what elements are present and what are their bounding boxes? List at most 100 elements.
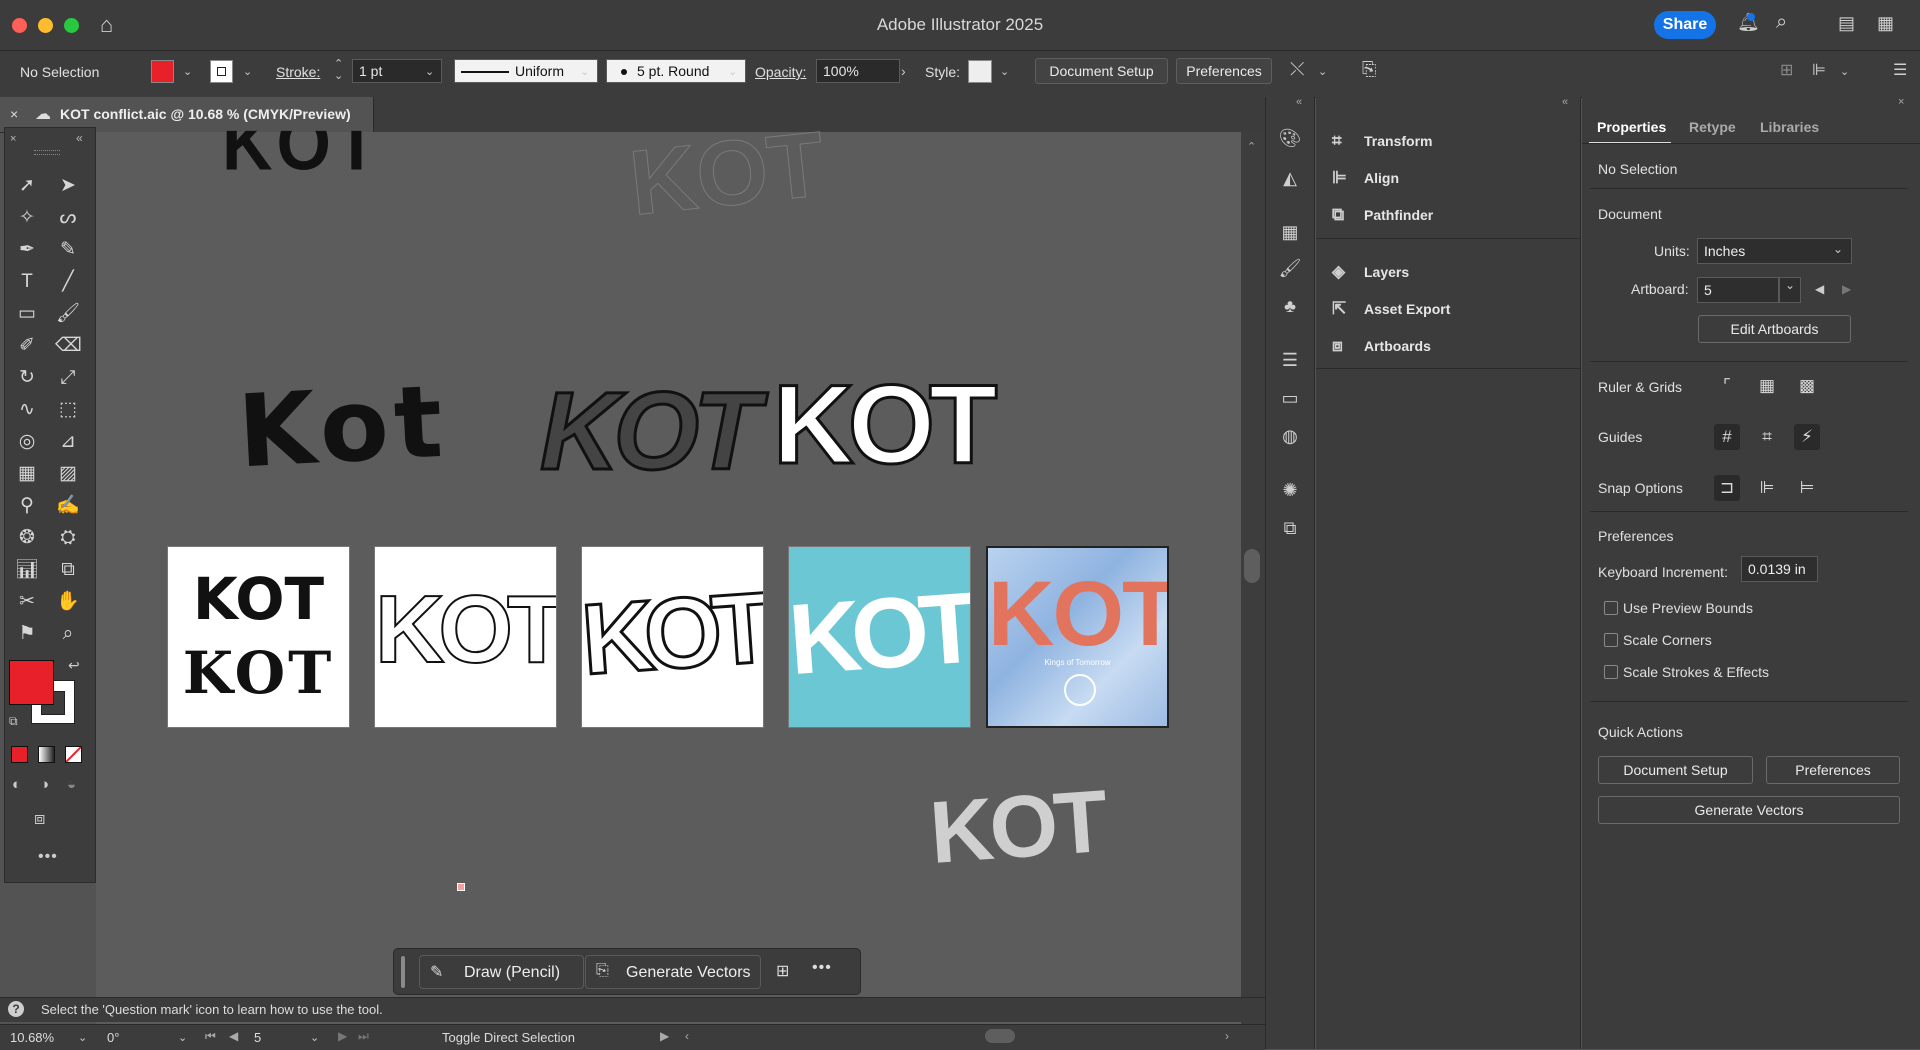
appearance-icon[interactable]: ✺ <box>1277 480 1303 504</box>
scale-corners-checkbox[interactable] <box>1604 633 1618 647</box>
artboard-tool-icon[interactable]: ⧉ <box>55 557 81 583</box>
stroke-weight-chevron-icon[interactable]: ⌄ <box>425 65 434 78</box>
document-setup-button[interactable]: Document Setup <box>1035 58 1168 84</box>
selection-tool-icon[interactable]: ➚ <box>14 173 40 199</box>
add-image-icon[interactable]: ⊞ <box>776 961 789 981</box>
panels-collapse-icon[interactable]: « <box>1562 96 1568 108</box>
share-button[interactable]: Share <box>1654 11 1716 39</box>
scroll-up-icon[interactable]: ⌃ <box>1247 140 1256 153</box>
grid-icon[interactable]: ▦ <box>1754 373 1780 399</box>
stroke-panel-icon[interactable]: ☰ <box>1277 350 1303 374</box>
brush-definition[interactable]: 5 pt. Round <box>606 59 746 83</box>
direct-selection-tool-icon[interactable]: ➤ <box>55 173 81 199</box>
tab-libraries[interactable]: Libraries <box>1760 119 1819 135</box>
transform-panel-button[interactable]: ⌗ Transform <box>1332 131 1432 161</box>
brush-chevron-icon[interactable]: ⌄ <box>728 65 737 78</box>
type-tool-icon[interactable]: T <box>14 269 40 295</box>
question-mark-icon[interactable]: ? <box>8 1001 24 1017</box>
kot-distressed-outline[interactable]: KOT <box>538 368 761 495</box>
artboards-panel-button[interactable]: ⧈ Artboards <box>1332 336 1431 366</box>
snap-to-pixel-icon[interactable]: ⊫ <box>1754 475 1780 501</box>
zoom-chevron-icon[interactable]: ⌄ <box>78 1031 87 1044</box>
artboard-3[interactable]: KOT <box>581 546 764 728</box>
fill-dropdown-chevron-icon[interactable]: ⌄ <box>183 65 192 78</box>
scale-tool-icon[interactable]: ⤢ <box>55 365 81 391</box>
artboard-5[interactable]: KOT Kings of Tomorrow <box>986 546 1169 728</box>
vertical-scroll-thumb[interactable] <box>1244 549 1260 583</box>
workspace-switcher-icon[interactable]: ▤ <box>1838 13 1855 34</box>
zoom-level[interactable]: 10.68% <box>10 1030 54 1045</box>
swap-colors-icon[interactable]: ↩ <box>68 657 80 674</box>
artboard-number[interactable]: 5 <box>254 1030 261 1045</box>
quick-document-setup-button[interactable]: Document Setup <box>1598 756 1753 784</box>
snap-to-point-icon[interactable]: ⊐ <box>1714 475 1740 501</box>
keyboard-increment-field[interactable]: 0.0139 in <box>1741 556 1818 582</box>
draw-pencil-button[interactable]: ✎ Draw (Pencil) <box>419 955 584 989</box>
transparency-grid-icon[interactable]: ▩ <box>1794 373 1820 399</box>
color-guide-icon[interactable]: 🎨︎ <box>1277 128 1303 152</box>
opacity-label[interactable]: Opacity: <box>755 64 806 80</box>
snap-chevron-icon[interactable]: ⌄ <box>1840 65 1849 78</box>
screen-mode-icon[interactable]: ⧈ <box>34 808 45 829</box>
stray-anchor-point[interactable] <box>457 883 465 891</box>
transparency-icon[interactable]: ◍ <box>1277 426 1303 450</box>
artboard-chevron-icon[interactable]: ⌄ <box>310 1031 319 1044</box>
kot-handwritten[interactable]: Kot <box>235 363 451 491</box>
stroke-stepper-icon[interactable]: ⌃ ⌄ <box>334 58 343 82</box>
artboard-2[interactable]: KOT <box>374 546 557 728</box>
draw-normal-icon[interactable]: ◐ <box>12 776 21 793</box>
rotation-chevron-icon[interactable]: ⌄ <box>178 1031 187 1044</box>
gradient-panel-icon[interactable]: ▭ <box>1277 388 1303 412</box>
paintbrush-tool-icon[interactable]: 🖌︎ <box>55 301 81 327</box>
smart-guides-icon[interactable]: ⚡︎ <box>1794 424 1820 450</box>
generate-vectors-button[interactable]: ⎘ Generate Vectors <box>585 955 761 989</box>
slice-tool-icon[interactable]: ✂ <box>14 589 40 615</box>
style-chevron-icon[interactable]: ⌄ <box>1000 65 1009 78</box>
tools-close-icon[interactable]: × <box>10 133 16 145</box>
magic-wand-tool-icon[interactable]: ✧ <box>14 205 40 231</box>
units-dropdown[interactable]: Inches ⌄ <box>1697 238 1852 264</box>
graphic-style-swatch[interactable] <box>968 60 992 83</box>
last-artboard-icon[interactable]: ⏭ <box>358 1029 369 1044</box>
graphic-styles-icon[interactable]: ⧉ <box>1277 518 1303 542</box>
opacity-field[interactable]: 100% <box>816 59 900 83</box>
shape-builder-tool-icon[interactable]: ◎ <box>14 429 40 455</box>
kot-white-fill[interactable]: KOT <box>771 360 998 489</box>
transform-again-icon[interactable]: ⤬ <box>1290 59 1304 80</box>
perspective-grid-tool-icon[interactable]: ⊿ <box>55 429 81 455</box>
kot-ghost-outline[interactable]: KOT <box>625 113 830 236</box>
variable-width-profile[interactable]: Uniform <box>454 59 598 83</box>
free-transform-tool-icon[interactable]: ⬚ <box>55 397 81 423</box>
rectangle-tool-icon[interactable]: ▭ <box>14 301 40 327</box>
zoom-tool-icon[interactable]: ⌕ <box>55 621 81 647</box>
color-panel-icon[interactable]: ◭ <box>1277 168 1303 192</box>
gradient-tool-icon[interactable]: ▨ <box>55 461 81 487</box>
arrange-chevron-icon[interactable]: ⌄ <box>1318 65 1327 78</box>
swatches-icon[interactable]: ▦ <box>1277 222 1303 246</box>
align-panel-button[interactable]: ⊫ Align <box>1332 168 1399 198</box>
artboard-select[interactable]: 5 <box>1697 277 1779 303</box>
shaper-tool-icon[interactable]: ✐ <box>14 333 40 359</box>
profile-chevron-icon[interactable]: ⌄ <box>580 65 589 78</box>
live-paint-tool-icon[interactable]: ⛭ <box>55 525 81 551</box>
quick-generate-vectors-button[interactable]: Generate Vectors <box>1598 796 1900 824</box>
lock-guides-icon[interactable]: ⌗ <box>1754 424 1780 450</box>
rulers-icon[interactable]: ⌜ <box>1714 373 1740 399</box>
color-mode-icon[interactable] <box>11 746 28 763</box>
artboard-4[interactable]: KOT <box>788 546 971 728</box>
asset-export-panel-button[interactable]: ⇱ Asset Export <box>1332 299 1450 329</box>
artboard-chevron-icon[interactable]: ⌄ <box>1779 277 1801 303</box>
kot-gray[interactable]: KOT <box>927 770 1107 884</box>
snap-icon[interactable]: ⊫ <box>1812 60 1826 80</box>
hand-tool-icon[interactable]: ✋ <box>55 589 81 615</box>
eraser-tool-icon[interactable]: ⌫ <box>55 333 82 359</box>
rotation-value[interactable]: 0° <box>107 1030 119 1045</box>
stroke-dropdown-chevron-icon[interactable]: ⌄ <box>243 65 252 78</box>
more-options-icon[interactable]: ••• <box>812 959 832 977</box>
pen-tool-icon[interactable]: ✒ <box>14 237 40 263</box>
mesh-tool-icon[interactable]: ▦ <box>14 461 40 487</box>
horizontal-scroll-thumb[interactable] <box>985 1029 1015 1043</box>
strip-collapse-icon[interactable]: « <box>1296 96 1302 108</box>
curvature-tool-icon[interactable]: ✎ <box>55 237 81 263</box>
gradient-mode-icon[interactable] <box>38 746 55 763</box>
